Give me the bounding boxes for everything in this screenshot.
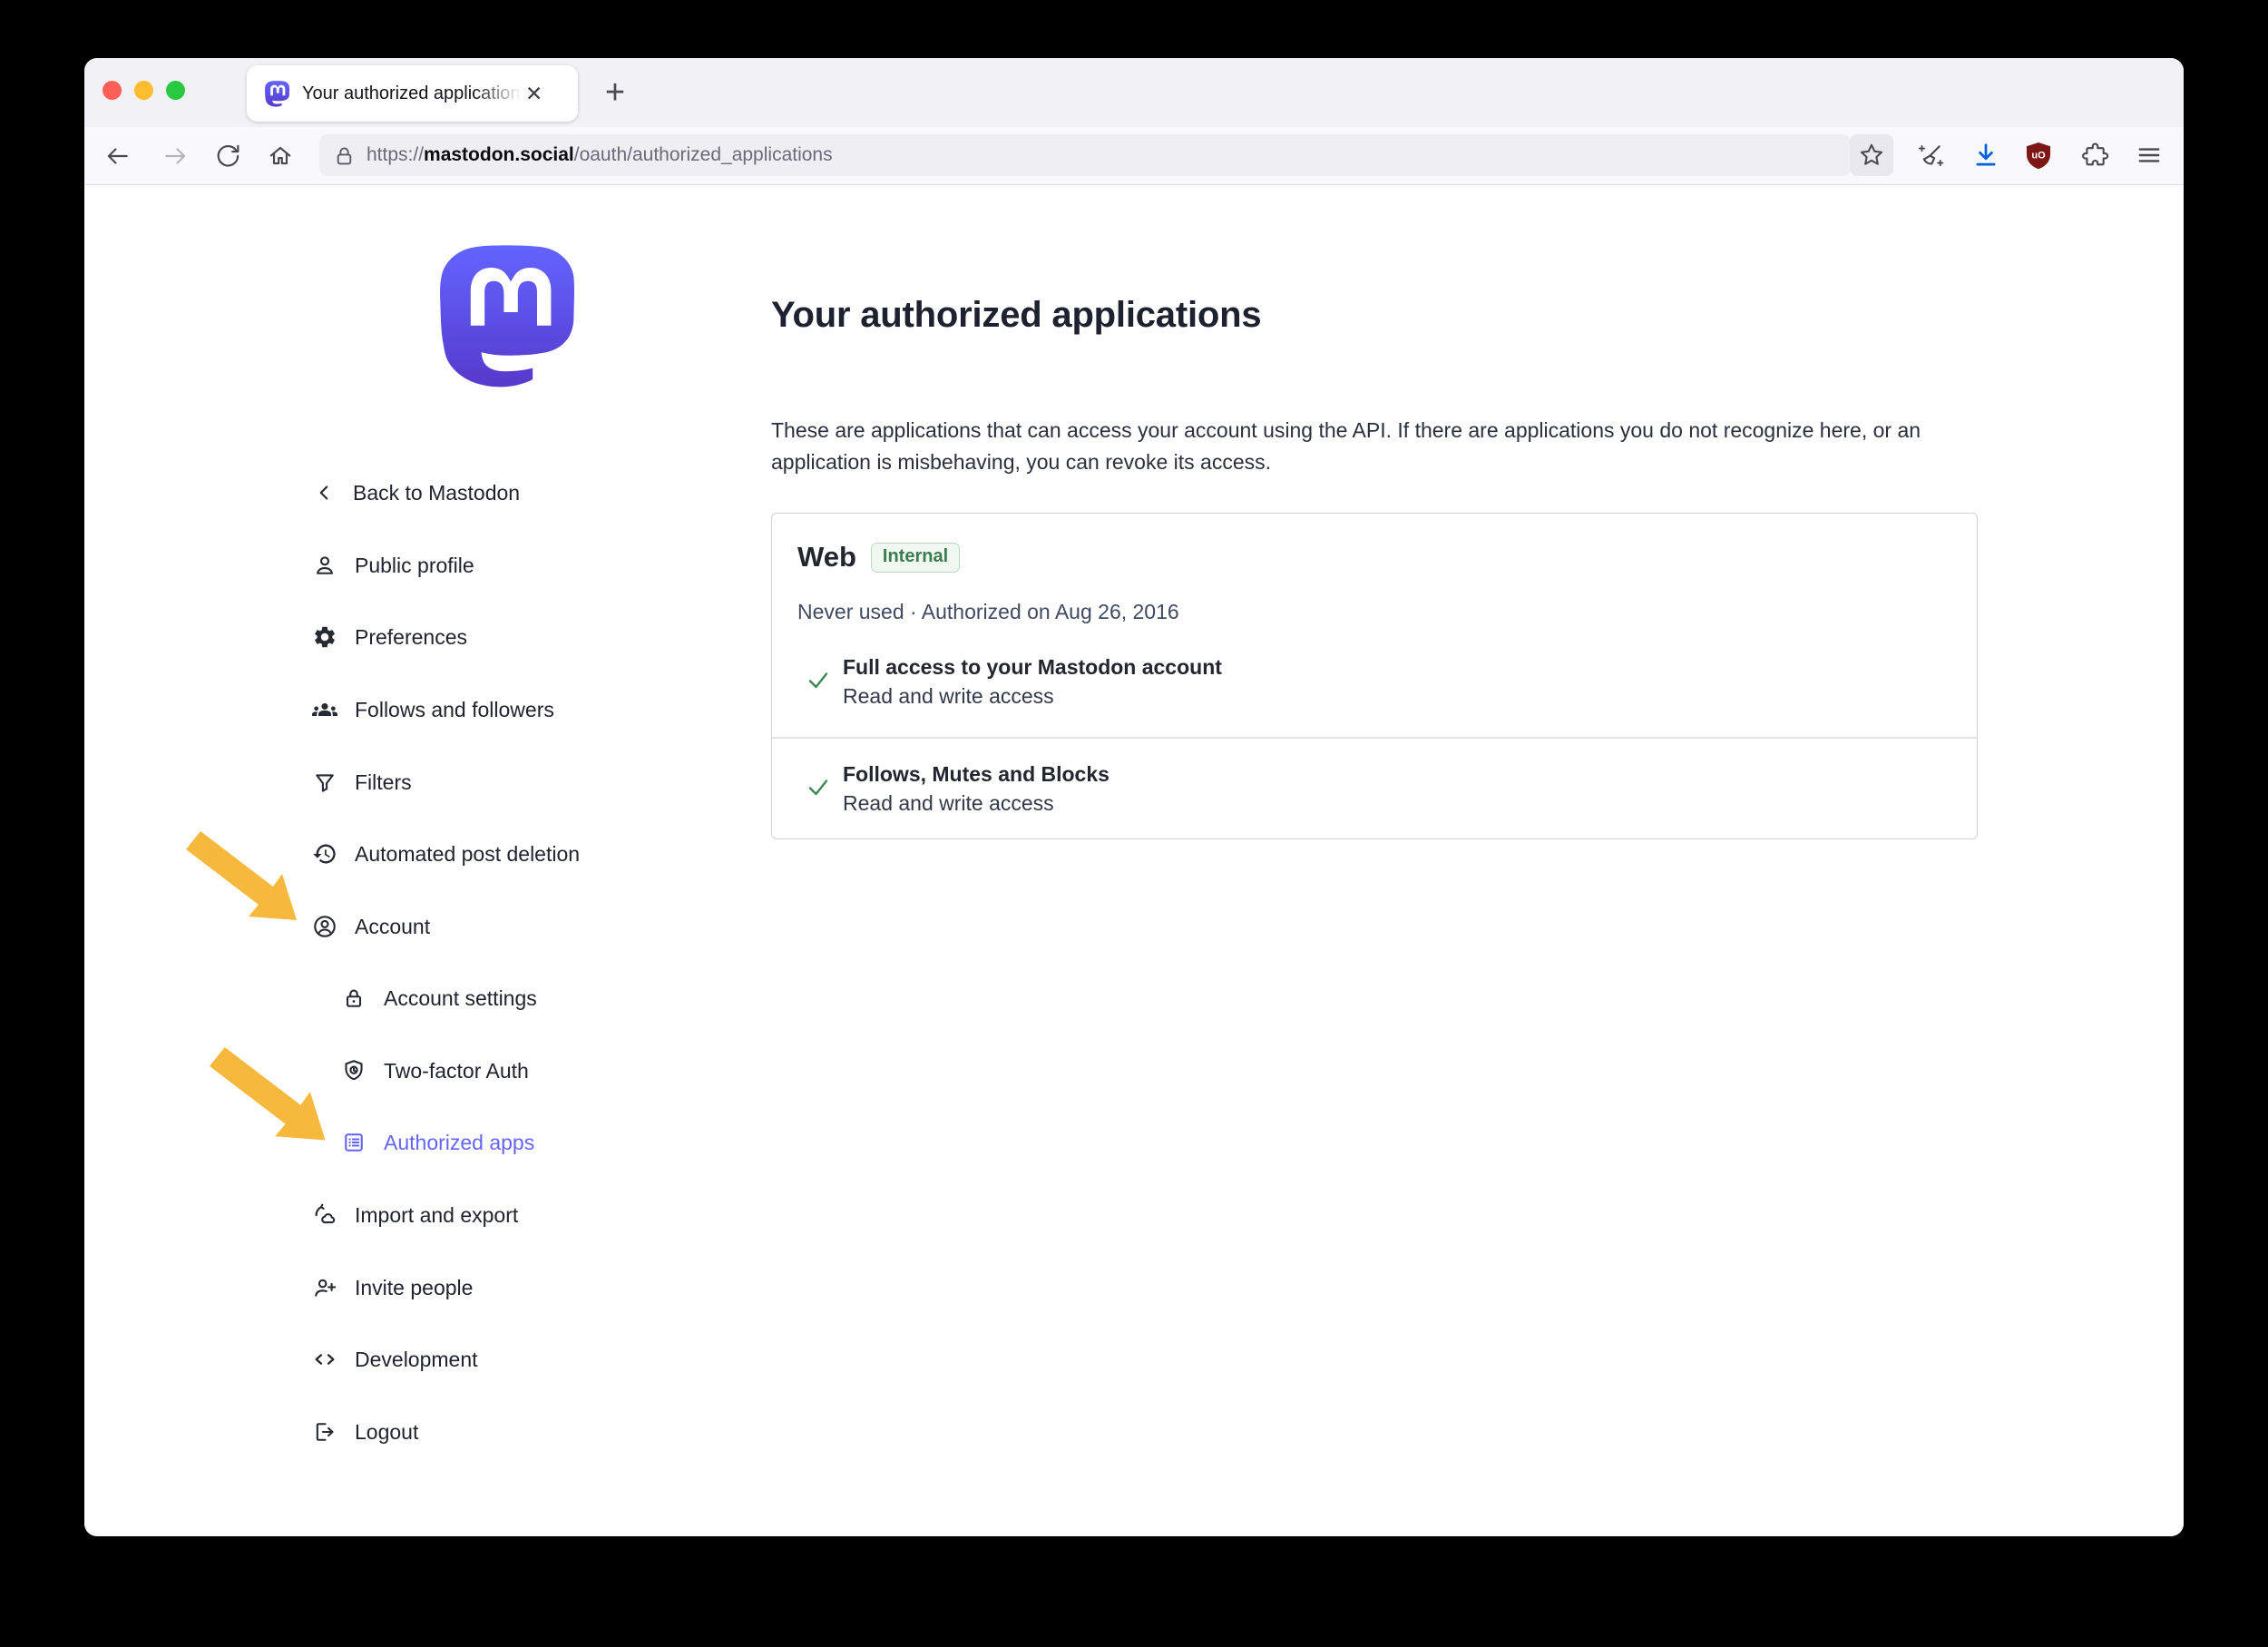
close-tab-icon[interactable]: ✕	[525, 83, 543, 104]
sidebar-item-label: Two-factor Auth	[384, 1059, 529, 1083]
cloud-sync-icon	[312, 1202, 337, 1228]
home-button[interactable]	[261, 137, 299, 175]
ublock-shield-icon: uO	[2023, 140, 2054, 171]
forward-icon	[162, 142, 190, 170]
ublock-label: uO	[2031, 151, 2046, 162]
forward-button[interactable]	[157, 137, 195, 175]
group-icon	[312, 697, 337, 722]
cleaner-extension-button[interactable]	[1908, 134, 1951, 176]
page-title: Your authorized applications	[771, 295, 1261, 336]
mastodon-favicon	[265, 81, 289, 107]
downloads-button[interactable]	[1964, 134, 2008, 176]
sidebar-item-label: Back to Mastodon	[353, 481, 520, 505]
reload-icon	[214, 142, 241, 170]
minimize-window-button[interactable]	[134, 81, 153, 100]
annotation-arrow-authorized-apps	[210, 1047, 335, 1152]
lock-icon	[334, 145, 355, 166]
check-icon	[805, 773, 832, 800]
sidebar-item-label: Import and export	[355, 1203, 518, 1228]
gear-icon	[312, 624, 337, 650]
app-meta: Never used · Authorized on Aug 26, 2016	[797, 600, 1179, 624]
sidebar-item-label: Public profile	[355, 554, 474, 578]
sidebar-item-label: Invite people	[355, 1276, 473, 1300]
tab-strip: Your authorized applications - M ✕ +	[84, 58, 2184, 127]
star-icon	[1858, 142, 1885, 169]
browser-tab[interactable]: Your authorized applications - M ✕	[247, 65, 578, 122]
row-divider	[772, 737, 1977, 739]
permission-subtitle: Read and write access	[843, 791, 1054, 816]
shield-clock-icon	[341, 1058, 367, 1083]
account-circle-icon	[312, 914, 337, 939]
back-button[interactable]	[98, 137, 136, 175]
hamburger-icon	[2136, 142, 2163, 169]
chevron-left-icon	[312, 481, 336, 505]
check-icon	[805, 666, 832, 693]
logout-icon	[312, 1419, 337, 1445]
sidebar-item-label: Preferences	[355, 625, 467, 650]
download-icon	[1971, 141, 2000, 170]
sidebar-item-two-factor-auth[interactable]: Two-factor Auth	[341, 1055, 529, 1086]
sidebar-item-label: Authorized apps	[384, 1131, 534, 1155]
back-icon	[103, 142, 131, 170]
tab-title: Your authorized applications - M	[302, 83, 522, 104]
sidebar-item-authorized-apps[interactable]: Authorized apps	[341, 1127, 534, 1158]
sidebar-item-label: Logout	[355, 1420, 418, 1445]
permission-title: Full access to your Mastodon account	[843, 655, 1222, 680]
sidebar-item-public-profile[interactable]: Public profile	[312, 550, 474, 581]
url-bar[interactable]: https://mastodon.social/oauth/authorized…	[319, 134, 1851, 176]
internal-badge: Internal	[871, 543, 960, 573]
lock-icon	[341, 985, 367, 1011]
browser-window: Your authorized applications - M ✕ + htt…	[84, 58, 2184, 1536]
app-name: Web	[797, 541, 856, 574]
extensions-button[interactable]	[2073, 134, 2116, 176]
sidebar-item-label: Follows and followers	[355, 698, 554, 722]
zoom-window-button[interactable]	[166, 81, 185, 100]
sidebar-item-label: Automated post deletion	[355, 842, 580, 867]
url-scheme: https://	[367, 144, 424, 166]
code-icon	[312, 1347, 337, 1372]
sidebar-item-label: Filters	[355, 770, 412, 795]
history-icon	[312, 841, 337, 867]
sidebar-item-label: Account	[355, 915, 430, 939]
home-icon	[267, 142, 294, 170]
broom-sparkle-icon	[1915, 141, 1944, 170]
sidebar-item-label: Account settings	[384, 986, 537, 1011]
sidebar-item-back-to-mastodon[interactable]: Back to Mastodon	[312, 477, 520, 508]
menu-button[interactable]	[2127, 134, 2171, 176]
url-host: mastodon.social	[424, 144, 574, 166]
permission-title: Follows, Mutes and Blocks	[843, 762, 1110, 787]
person-add-icon	[312, 1275, 337, 1300]
permission-subtitle: Read and write access	[843, 684, 1054, 709]
bookmark-button[interactable]	[1850, 134, 1893, 176]
sidebar-item-automated-post-deletion[interactable]: Automated post deletion	[312, 838, 580, 869]
navigation-toolbar: https://mastodon.social/oauth/authorized…	[84, 127, 2184, 185]
sidebar-item-preferences[interactable]: Preferences	[312, 622, 467, 652]
annotation-arrow-account	[186, 831, 306, 931]
sidebar-item-import-and-export[interactable]: Import and export	[312, 1200, 518, 1230]
sidebar-item-account-settings[interactable]: Account settings	[341, 983, 537, 1014]
sidebar-item-follows-and-followers[interactable]: Follows and followers	[312, 694, 554, 725]
ublock-extension-button[interactable]: uO	[2017, 134, 2060, 176]
sidebar-item-filters[interactable]: Filters	[312, 767, 412, 798]
new-tab-button[interactable]: +	[592, 70, 638, 115]
mastodon-logo[interactable]	[440, 245, 574, 388]
list-icon	[341, 1130, 367, 1155]
url-path: /oauth/authorized_applications	[574, 144, 833, 166]
puzzle-icon	[2081, 142, 2109, 170]
sidebar-item-invite-people[interactable]: Invite people	[312, 1272, 473, 1303]
authorized-app-card: Web Internal Never used · Authorized on …	[771, 513, 1978, 839]
sidebar-item-development[interactable]: Development	[312, 1344, 478, 1375]
sidebar-item-logout[interactable]: Logout	[312, 1417, 418, 1447]
sidebar-item-account[interactable]: Account	[312, 911, 430, 942]
person-icon	[312, 553, 337, 578]
sidebar-item-label: Development	[355, 1348, 478, 1372]
page-description: These are applications that can access y…	[771, 415, 1955, 478]
funnel-icon	[312, 770, 337, 795]
close-window-button[interactable]	[103, 81, 122, 100]
reload-button[interactable]	[209, 137, 247, 175]
